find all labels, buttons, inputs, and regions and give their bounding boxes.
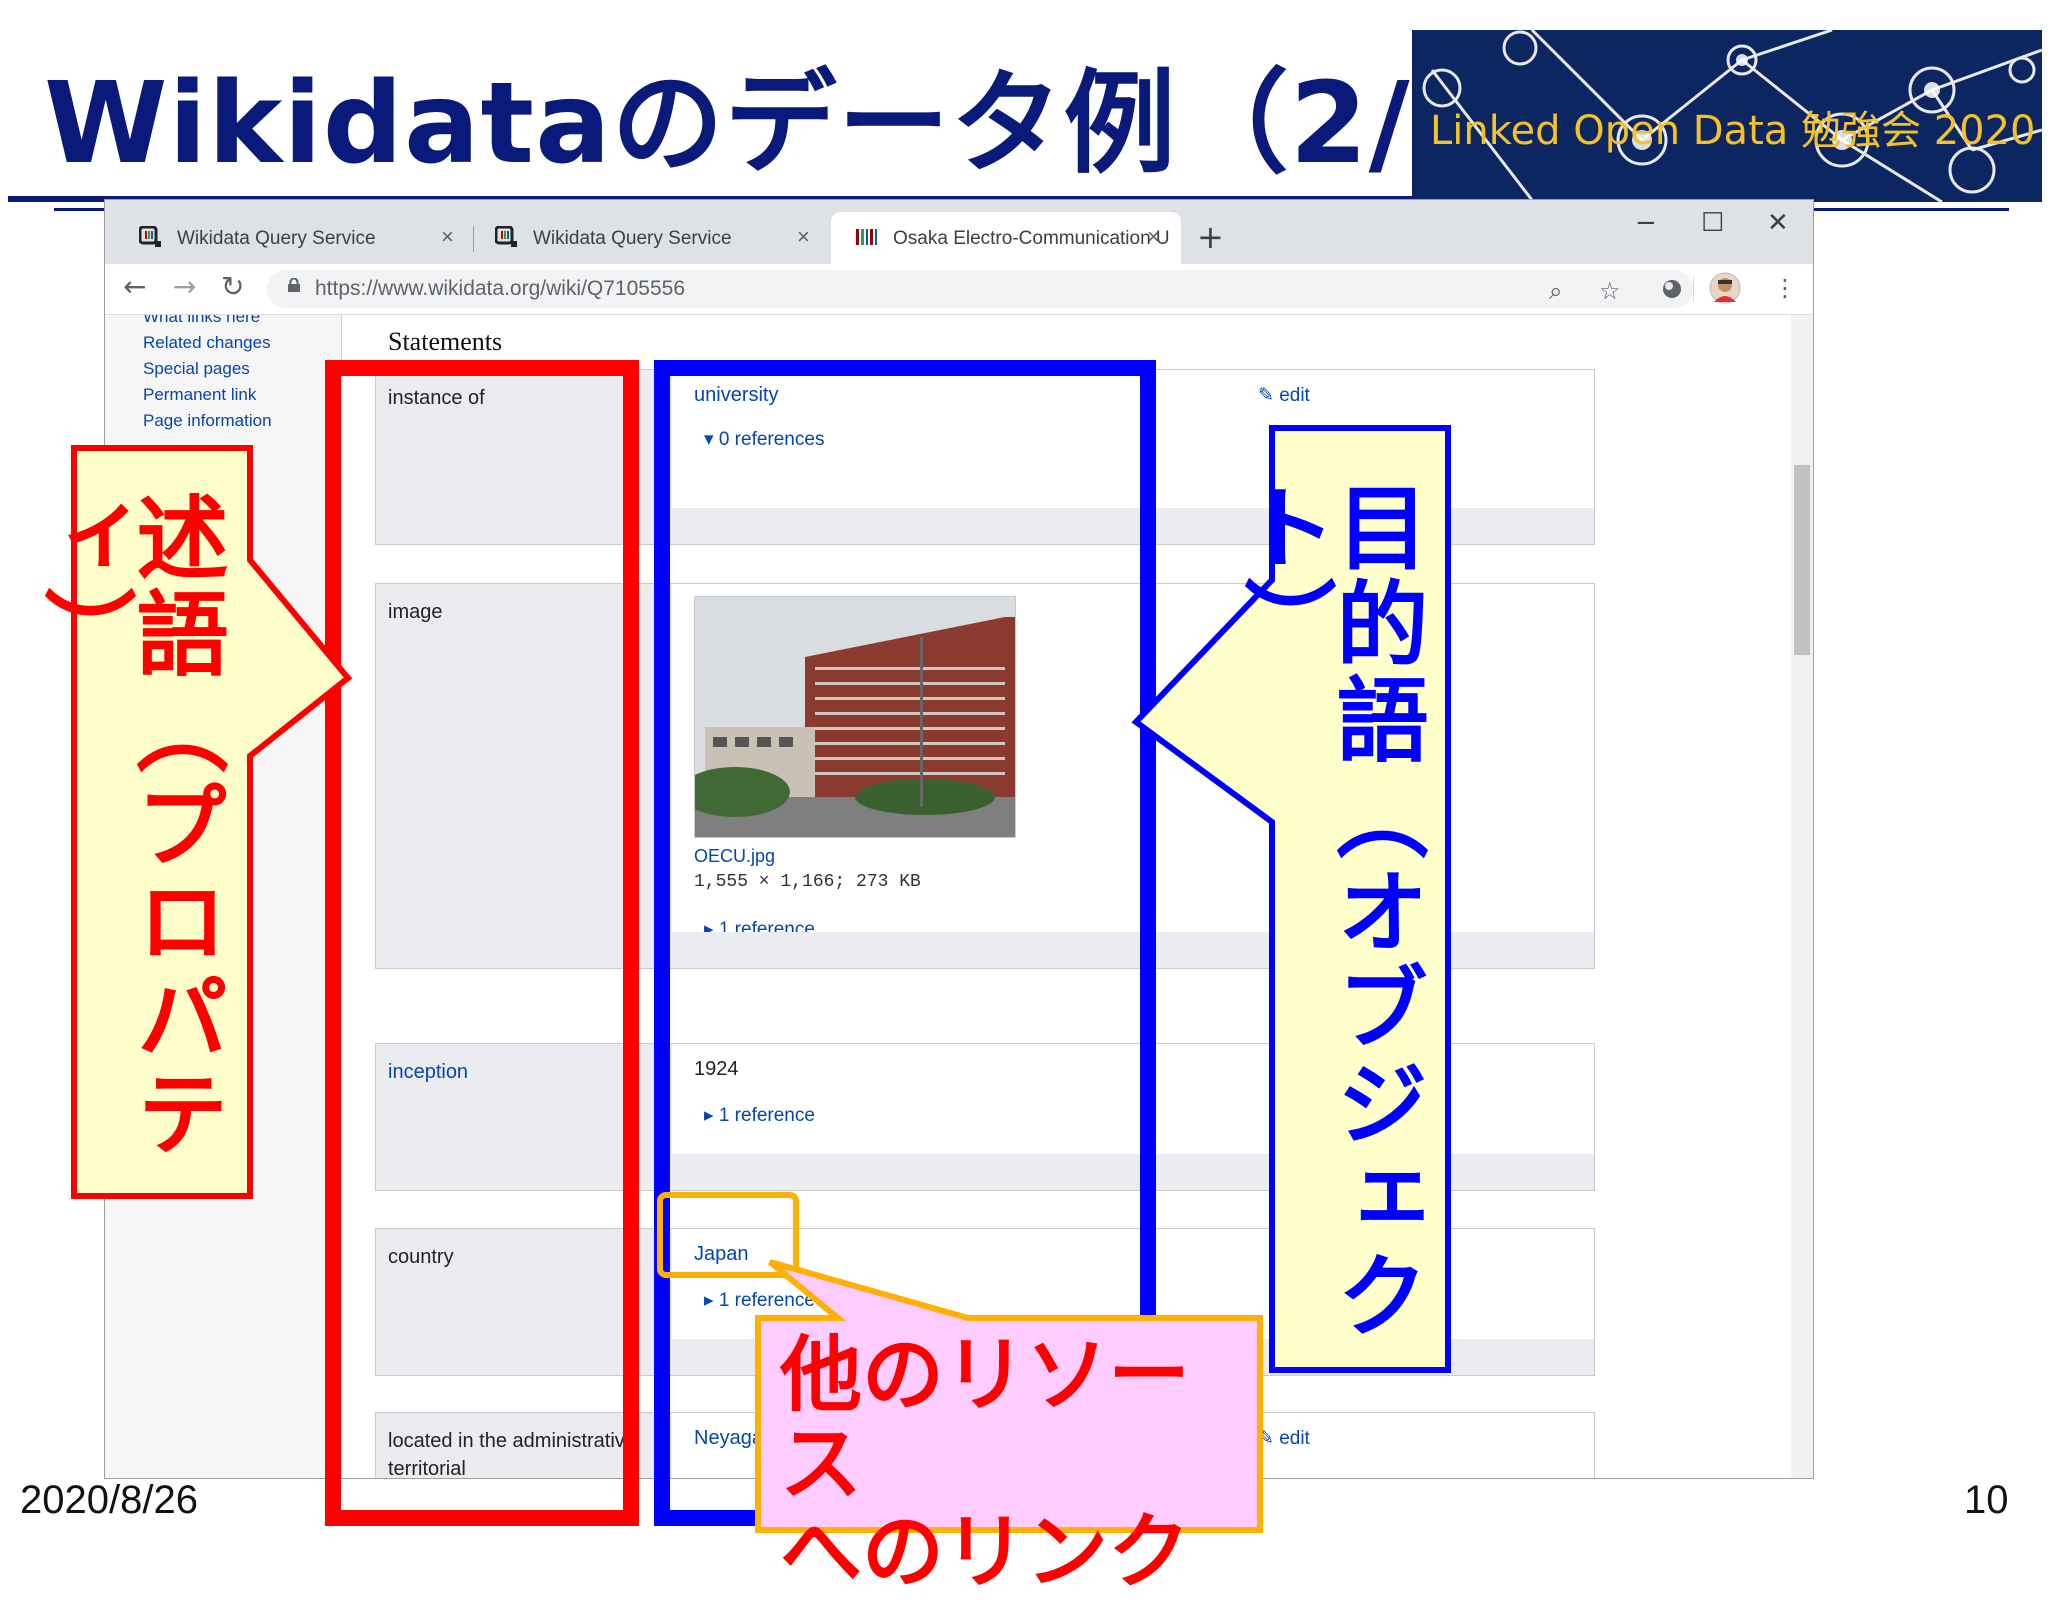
predicate-column-frame [325,360,639,1526]
annotation-layer [71,360,1451,1533]
slide-page-number: 10 [1964,1478,2009,1522]
predicate-callout-text: 述語（プロパティ） [29,490,228,1162]
slide-date: 2020/8/26 [20,1478,198,1522]
object-callout-text: 目的語（オブジェクト） [1229,480,1428,1344]
link-callout-text: 他のリソース へのリンク [780,1328,1191,1600]
